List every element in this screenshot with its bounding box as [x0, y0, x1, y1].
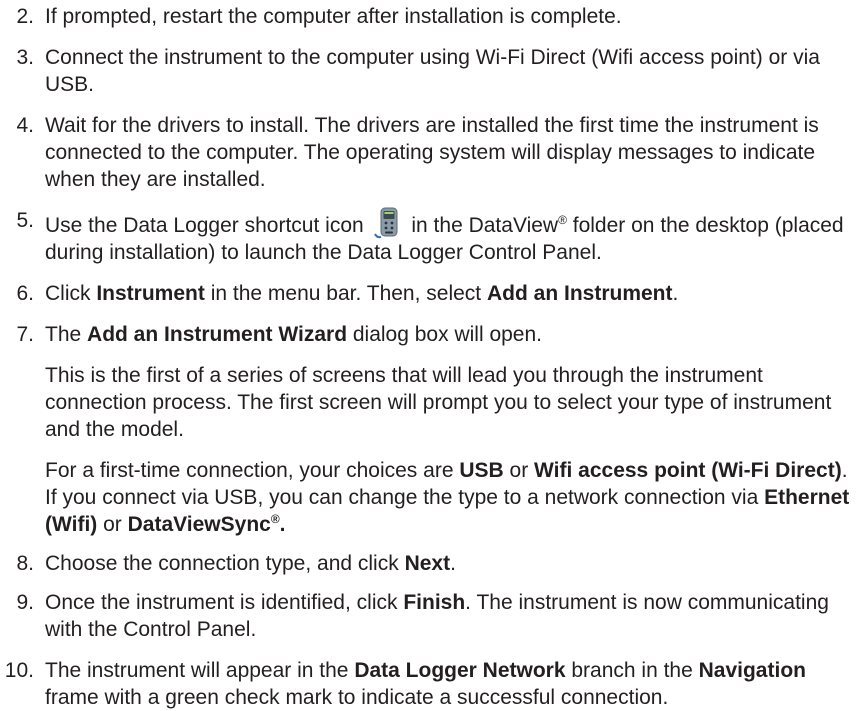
step-text-mid: in the DataView — [411, 214, 559, 237]
step-2: 2. If prompted, restart the computer aft… — [0, 3, 866, 30]
step-3: 3. Connect the instrument to the compute… — [0, 44, 866, 98]
menu-instrument-label: Instrument — [96, 282, 205, 305]
registered-mark: ® — [558, 213, 567, 227]
step-7-paragraph-1: This is the first of a series of screens… — [0, 362, 866, 443]
step-number: 7. — [16, 323, 34, 346]
step-6: 6. Click Instrument in the menu bar. The… — [0, 280, 866, 307]
paragraph-text: or — [97, 513, 128, 536]
step-text: . — [672, 282, 679, 305]
add-instrument-label: Add an Instrument — [486, 282, 673, 305]
step-text: If prompted, restart the computer after … — [45, 5, 622, 28]
step-text: Once the instrument is identified, click — [45, 591, 404, 614]
dataviewsync-option-label: DataViewSync®. — [127, 512, 286, 536]
step-number: 3. — [16, 46, 34, 69]
step-text: Choose the connection type, and click — [45, 552, 405, 575]
paragraph-text: For a first-time connection, your choice… — [45, 459, 460, 482]
step-text: in the menu bar. Then, select — [204, 282, 487, 305]
step-text: frame with a green check mark to indicat… — [45, 686, 669, 709]
step-7-paragraph-2: For a first-time connection, your choice… — [0, 457, 866, 538]
usb-option-label: USB — [459, 459, 504, 482]
step-text: Connect the instrument to the computer u… — [45, 46, 820, 96]
instruction-document: 2. If prompted, restart the computer aft… — [0, 0, 866, 709]
step-9: 9. Once the instrument is identified, cl… — [0, 589, 866, 643]
step-number: 5. — [16, 209, 34, 232]
step-number: 10. — [4, 659, 34, 682]
step-text: Wait for the drivers to install. The dri… — [45, 114, 819, 191]
step-10: 10. The instrument will appear in the Da… — [0, 657, 866, 711]
step-text: . — [450, 552, 456, 575]
navigation-frame-label: Navigation — [698, 659, 806, 682]
step-number: 6. — [16, 282, 34, 305]
step-text: dialog box will open. — [347, 323, 542, 346]
registered-mark: ® — [270, 512, 280, 526]
paragraph-text: or — [503, 459, 535, 482]
step-text: Click — [45, 282, 97, 305]
finish-button-label: Finish — [403, 591, 466, 614]
step-8: 8. Choose the connection type, and click… — [0, 550, 866, 577]
step-text: branch in the — [565, 659, 699, 682]
step-text-before-icon: Use the Data Logger shortcut icon — [45, 214, 364, 237]
paragraph-text: This is the first of a series of screens… — [45, 364, 832, 441]
step-number: 4. — [16, 114, 34, 137]
step-text: The — [45, 323, 88, 346]
step-5: 5. Use the Data Logger shortcut icon in … — [0, 207, 866, 266]
step-number: 9. — [16, 591, 34, 614]
step-number: 2. — [16, 5, 34, 28]
step-4: 4. Wait for the drivers to install. The … — [0, 112, 866, 193]
next-button-label: Next — [404, 552, 451, 575]
wizard-name-label: Add an Instrument Wizard — [87, 323, 348, 346]
step-7: 7. The Add an Instrument Wizard dialog b… — [0, 321, 866, 348]
data-logger-icon — [373, 207, 403, 239]
wifi-direct-option-label: Wifi access point (Wi-Fi Direct) — [534, 459, 842, 482]
step-text: The instrument will appear in the — [45, 659, 355, 682]
network-branch-label: Data Logger Network — [354, 659, 566, 682]
step-number: 8. — [16, 552, 34, 575]
